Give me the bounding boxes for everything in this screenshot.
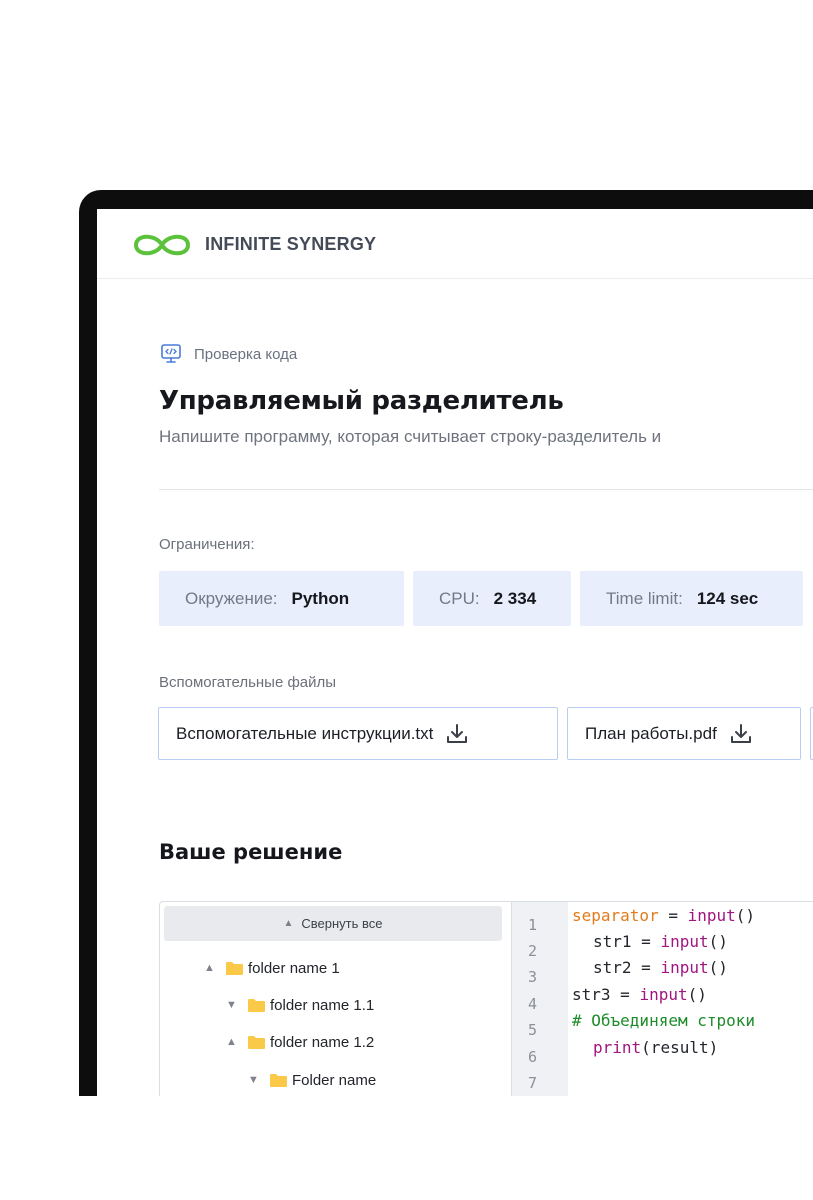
variable-token: separator bbox=[572, 906, 659, 925]
line-number: 3 bbox=[528, 968, 538, 986]
tree-node-label: folder name 1 bbox=[248, 959, 340, 977]
breadcrumb-label: Проверка кода bbox=[194, 346, 298, 363]
folder-icon bbox=[226, 961, 243, 975]
builtin-token: print bbox=[593, 1038, 642, 1057]
code-line[interactable]: str3 = input() bbox=[572, 985, 707, 1004]
file-instructions[interactable]: Вспомогательные инструкции.txt bbox=[158, 707, 558, 760]
tree-node[interactable]: ▼ Folder name bbox=[248, 1070, 376, 1090]
folder-icon bbox=[270, 1073, 287, 1087]
line-number: 4 bbox=[528, 995, 538, 1013]
triangle-up-icon: ▲ bbox=[283, 918, 294, 929]
tree-node-label: folder name 1.1 bbox=[270, 996, 375, 1014]
line-number: 6 bbox=[528, 1048, 538, 1066]
limit-time: Time limit: 124 sec bbox=[580, 571, 803, 626]
limit-key: CPU: bbox=[439, 588, 480, 608]
infinity-logo-icon[interactable] bbox=[130, 230, 194, 260]
download-icon[interactable] bbox=[445, 722, 469, 746]
line-number: 2 bbox=[528, 942, 538, 960]
line-number: 5 bbox=[528, 1021, 538, 1039]
folder-icon bbox=[248, 1035, 265, 1049]
limits-label: Ограничения: bbox=[159, 536, 255, 553]
triangle-up-icon[interactable]: ▲ bbox=[226, 1036, 248, 1048]
task-title: Управляемый разделитель bbox=[159, 386, 564, 416]
download-icon[interactable] bbox=[729, 722, 753, 746]
code-line[interactable]: str1 = input() bbox=[593, 932, 728, 951]
file-name: План работы.pdf bbox=[585, 723, 717, 743]
tree-node-label: Folder name bbox=[292, 1071, 377, 1089]
code-token: () bbox=[708, 932, 728, 951]
code-token: () bbox=[687, 985, 707, 1004]
code-line[interactable]: # Объединяем строки bbox=[572, 1011, 755, 1030]
triangle-down-icon[interactable]: ▼ bbox=[226, 999, 248, 1011]
triangle-down-icon[interactable]: ▼ bbox=[248, 1074, 270, 1086]
file-plan[interactable]: План работы.pdf bbox=[567, 707, 801, 760]
limit-key: Time limit: bbox=[606, 588, 683, 608]
tree-node-label: folder name 1.2 bbox=[270, 1033, 375, 1051]
code-token: () bbox=[735, 906, 756, 925]
limit-environment: Окружение: Python bbox=[159, 571, 404, 626]
solution-heading: Ваше решение bbox=[159, 840, 343, 864]
tree-node[interactable]: ▲ folder name 1.2 bbox=[226, 1032, 374, 1052]
collapse-all-button[interactable]: ▲ Свернуть все bbox=[164, 906, 502, 941]
code-token: str2 = bbox=[593, 958, 661, 977]
top-bar: INFINITE SYNERGY bbox=[97, 209, 813, 279]
file-name: Вспомогательные инструкции.txt bbox=[176, 723, 434, 743]
limit-value: 2 334 bbox=[493, 588, 537, 608]
code-editor: ▲ Свернуть все ▲ folder name 1 ▼ folder … bbox=[159, 901, 813, 1096]
code-line[interactable]: separator = input() bbox=[572, 906, 755, 925]
task-description: Напишите программу, которая считывает ст… bbox=[159, 427, 662, 446]
code-token: str1 = bbox=[593, 932, 661, 951]
code-token: () bbox=[708, 958, 728, 977]
code-token: str3 = bbox=[572, 985, 640, 1004]
line-number-gutter: 1 2 3 4 5 6 7 bbox=[512, 902, 568, 1096]
divider bbox=[159, 489, 813, 490]
limit-value: 124 sec bbox=[696, 588, 759, 608]
code-monitor-icon bbox=[161, 344, 181, 363]
app-screen: INFINITE SYNERGY Проверка кода Управляем… bbox=[97, 209, 813, 1096]
collapse-all-label: Свернуть все bbox=[301, 916, 383, 931]
builtin-token: input bbox=[660, 932, 709, 951]
files-label: Вспомогательные файлы bbox=[159, 674, 337, 691]
builtin-token: input bbox=[639, 985, 688, 1004]
code-line[interactable]: print(result) bbox=[593, 1038, 718, 1057]
builtin-token: input bbox=[687, 906, 736, 925]
limit-key: Окружение: bbox=[185, 588, 278, 608]
line-number: 7 bbox=[528, 1074, 538, 1092]
tree-node[interactable]: ▲ folder name 1 bbox=[204, 958, 340, 978]
code-token: = bbox=[658, 906, 688, 925]
code-line[interactable]: str2 = input() bbox=[593, 958, 728, 977]
comment-token: # Объединяем строки bbox=[572, 1011, 756, 1030]
builtin-token: input bbox=[660, 958, 709, 977]
limit-value: Python bbox=[291, 588, 350, 608]
code-token: (result) bbox=[641, 1038, 719, 1057]
tree-node[interactable]: ▼ folder name 1.1 bbox=[226, 995, 374, 1015]
folder-icon bbox=[248, 998, 265, 1012]
code-area[interactable]: separator = input() str1 = input() str2 = … bbox=[568, 902, 813, 1096]
line-number: 1 bbox=[528, 916, 538, 934]
file-tree: ▲ Свернуть все ▲ folder name 1 ▼ folder … bbox=[160, 902, 512, 1096]
limit-cpu: CPU: 2 334 bbox=[413, 571, 571, 626]
brand-name[interactable]: INFINITE SYNERGY bbox=[205, 234, 376, 255]
triangle-up-icon[interactable]: ▲ bbox=[204, 962, 226, 974]
